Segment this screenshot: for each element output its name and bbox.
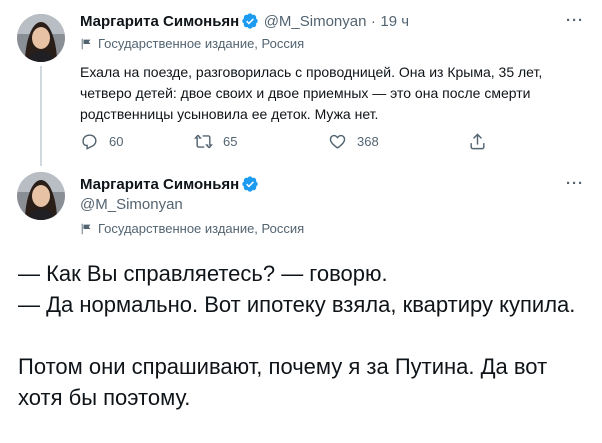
- retweet-icon: [194, 134, 213, 149]
- action-bar: 60 65 368: [80, 132, 497, 151]
- avatar[interactable]: [17, 172, 65, 220]
- like-button[interactable]: 368: [328, 132, 468, 151]
- like-count: 368: [357, 134, 379, 149]
- state-media-label[interactable]: Государственное издание, Россия: [80, 36, 304, 51]
- author-name[interactable]: Маргарита Симоньян: [80, 176, 239, 193]
- tweet-header: Маргарита Симоньян @M_Simonyan · 19 ч: [80, 12, 409, 31]
- state-media-label[interactable]: Государственное издание, Россия: [80, 221, 304, 236]
- more-options-button[interactable]: ···: [566, 175, 584, 192]
- share-button[interactable]: [468, 132, 497, 151]
- verified-badge-icon: [242, 176, 258, 192]
- state-media-label-text: Государственное издание, Россия: [98, 221, 305, 236]
- reply-icon: [82, 134, 97, 150]
- more-options-button[interactable]: ···: [566, 12, 584, 29]
- retweet-count: 65: [223, 134, 238, 149]
- author-handle[interactable]: @M_Simonyan: [264, 13, 367, 30]
- timestamp[interactable]: 19 ч: [380, 13, 409, 30]
- state-media-label-text: Государственное издание, Россия: [98, 36, 305, 51]
- tweet-line: — Как Вы справляетесь? — говорю.: [18, 261, 388, 286]
- share-icon: [470, 133, 485, 150]
- heart-icon: [329, 134, 346, 149]
- tweet-text: — Как Вы справляетесь? — говорю. — Да но…: [18, 258, 588, 413]
- reply-button[interactable]: 60: [80, 132, 194, 151]
- tweet-line: Потом они спрашивают, почему я за Путина…: [18, 354, 548, 410]
- reply-count: 60: [109, 134, 124, 149]
- verified-badge-icon: [242, 13, 258, 29]
- thread-line: [40, 66, 42, 166]
- separator-dot: ·: [370, 13, 376, 30]
- state-flag-icon: [81, 38, 91, 49]
- state-flag-icon: [81, 223, 91, 234]
- tweet-header: Маргарита Симоньян: [80, 175, 259, 194]
- avatar[interactable]: [17, 14, 65, 62]
- tweet-line: — Да нормально. Вот ипотеку взяла, кварт…: [18, 292, 576, 317]
- author-handle[interactable]: @M_Simonyan: [80, 196, 183, 213]
- retweet-button[interactable]: 65: [194, 132, 328, 151]
- tweet-text: Ехала на поезде, разговорилась с проводн…: [80, 64, 543, 122]
- author-name[interactable]: Маргарита Симоньян: [80, 13, 239, 30]
